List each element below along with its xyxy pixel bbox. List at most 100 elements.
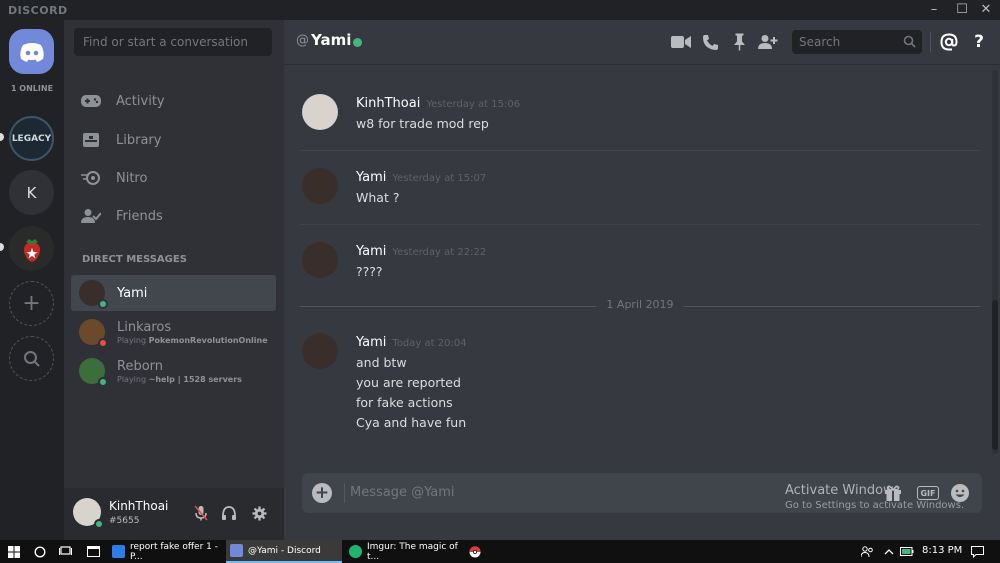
dm-name: Linkaros <box>117 319 172 335</box>
mentions-button[interactable] <box>938 31 960 53</box>
online-count: 1 ONLINE <box>10 84 54 93</box>
dm-activity-prefix: Playing <box>117 335 149 345</box>
avatar <box>79 358 108 387</box>
gift-button[interactable] <box>882 482 904 504</box>
search-placeholder: Search <box>799 35 841 49</box>
pinned-messages-button[interactable] <box>728 31 750 53</box>
close-button[interactable]: ✕ <box>972 1 1000 19</box>
window-icon <box>86 546 100 557</box>
header-divider <box>930 32 931 52</box>
notification-icon <box>970 545 984 558</box>
avatar[interactable] <box>73 498 104 529</box>
battery-icon <box>900 547 914 556</box>
nav-nitro[interactable]: Nitro <box>72 160 276 196</box>
server-strawberry[interactable] <box>9 226 54 271</box>
nav-nitro-label: Nitro <box>116 170 148 186</box>
message-author[interactable]: Yami Yesterday at 15:07 <box>356 170 486 185</box>
author-name: Yami <box>356 335 387 350</box>
date-separator: 1 April 2019 <box>300 298 980 311</box>
avatar <box>79 319 108 348</box>
message-timestamp: Yesterday at 15:07 <box>392 173 487 184</box>
message-text: for fake actions <box>356 395 453 410</box>
minimize-button[interactable]: – <box>920 1 948 19</box>
chevron-up-icon <box>884 549 894 555</box>
taskbar-app-imgur[interactable]: Imgur: The magic of t... <box>345 540 461 563</box>
dm-activity-game: ~help | 1528 servers <box>148 374 242 384</box>
emoji-button[interactable] <box>949 482 971 504</box>
mute-button[interactable] <box>192 504 210 522</box>
circle-icon <box>34 545 46 558</box>
browser-icon <box>112 545 125 558</box>
dm-name: Yami <box>117 285 148 301</box>
cortana-button[interactable] <box>31 543 49 560</box>
add-friend-to-dm-button[interactable] <box>757 31 779 53</box>
voice-call-button[interactable] <box>699 31 721 53</box>
dm-activity: Playing ~help | 1528 servers <box>117 375 242 384</box>
task-view-icon <box>58 546 72 555</box>
avatar[interactable] <box>302 94 338 130</box>
nav-library[interactable]: Library <box>72 122 276 158</box>
nav-library-label: Library <box>116 132 162 148</box>
help-icon[interactable]: ? <box>968 31 990 53</box>
explore-servers-button[interactable] <box>9 336 54 381</box>
dm-item-reborn[interactable]: Reborn Playing ~help | 1528 servers <box>71 353 276 389</box>
dm-activity-prefix: Playing <box>117 374 149 384</box>
taskbar-pokeball-app[interactable] <box>466 543 484 560</box>
taskbar-app-discord[interactable]: @Yami - Discord <box>226 540 342 563</box>
dm-item-linkaros[interactable]: Linkaros Playing PokemonRevolutionOnline <box>71 314 276 350</box>
avatar[interactable] <box>302 333 338 369</box>
dm-sidebar: Find or start a conversation Activity Li… <box>64 20 284 540</box>
message-scrollbar[interactable] <box>992 70 998 454</box>
dm-name: Reborn <box>117 358 164 374</box>
server-k[interactable]: K <box>9 170 54 215</box>
message-text: ???? <box>356 264 383 279</box>
action-center-button[interactable] <box>968 543 986 560</box>
avatar[interactable] <box>302 242 338 278</box>
author-name: KinhThoai <box>356 96 421 111</box>
avatar[interactable] <box>302 168 338 204</box>
message-author[interactable]: KinhThoai Yesterday at 15:06 <box>356 96 520 111</box>
message-search-input[interactable]: Search <box>792 30 922 54</box>
discord-logo-icon <box>19 42 44 62</box>
gif-button[interactable]: GIF <box>917 486 939 500</box>
home-button[interactable] <box>9 29 54 74</box>
pinned-app-button[interactable] <box>84 543 102 560</box>
message-author[interactable]: Yami Yesterday at 22:22 <box>356 244 486 259</box>
discord-icon <box>230 544 243 557</box>
server-rail: 1 ONLINE LEGACY K + <box>0 20 64 540</box>
video-camera-icon <box>671 36 691 48</box>
user-panel: KinhThoai #5655 <box>64 488 284 540</box>
server-legacy[interactable]: LEGACY <box>9 116 54 161</box>
nav-activity[interactable]: Activity <box>72 83 276 119</box>
system-clock[interactable]: 8:13 PM <box>922 545 962 556</box>
message-list: KinhThoai Yesterday at 15:06 w8 for trade… <box>284 66 990 466</box>
at-mention-icon <box>940 33 958 51</box>
user-settings-button[interactable] <box>250 504 268 522</box>
dm-search-input[interactable]: Find or start a conversation <box>74 28 272 56</box>
message-input[interactable]: Message @Yami <box>350 485 455 500</box>
upload-button[interactable]: + <box>312 483 332 503</box>
unread-pill <box>0 243 4 251</box>
deafen-button[interactable] <box>220 504 238 522</box>
online-status-dot <box>98 299 108 309</box>
date-separator-label: 1 April 2019 <box>596 298 684 311</box>
message-text: What ? <box>356 190 400 205</box>
people-button[interactable] <box>858 543 876 560</box>
message-author[interactable]: Yami Today at 20:04 <box>356 335 467 350</box>
scrollbar-thumb[interactable] <box>992 300 998 450</box>
server-legacy-label: LEGACY <box>11 133 52 144</box>
add-user-icon <box>758 35 778 49</box>
direct-messages-header: DIRECT MESSAGES <box>82 254 187 265</box>
task-view-button[interactable] <box>56 543 74 560</box>
show-hidden-icons-button[interactable] <box>880 543 898 560</box>
taskbar-app-browser[interactable]: report fake offer 1 - P... <box>108 540 223 563</box>
video-call-button[interactable] <box>670 31 692 53</box>
chat-recipient-name[interactable]: Yami <box>311 31 351 49</box>
start-button[interactable] <box>0 540 28 563</box>
search-icon <box>903 35 916 48</box>
friends-icon <box>80 205 102 227</box>
battery-indicator[interactable] <box>898 543 916 560</box>
nav-friends[interactable]: Friends <box>72 198 276 234</box>
dm-item-yami[interactable]: Yami <box>71 275 276 311</box>
add-server-button[interactable]: + <box>9 281 54 326</box>
